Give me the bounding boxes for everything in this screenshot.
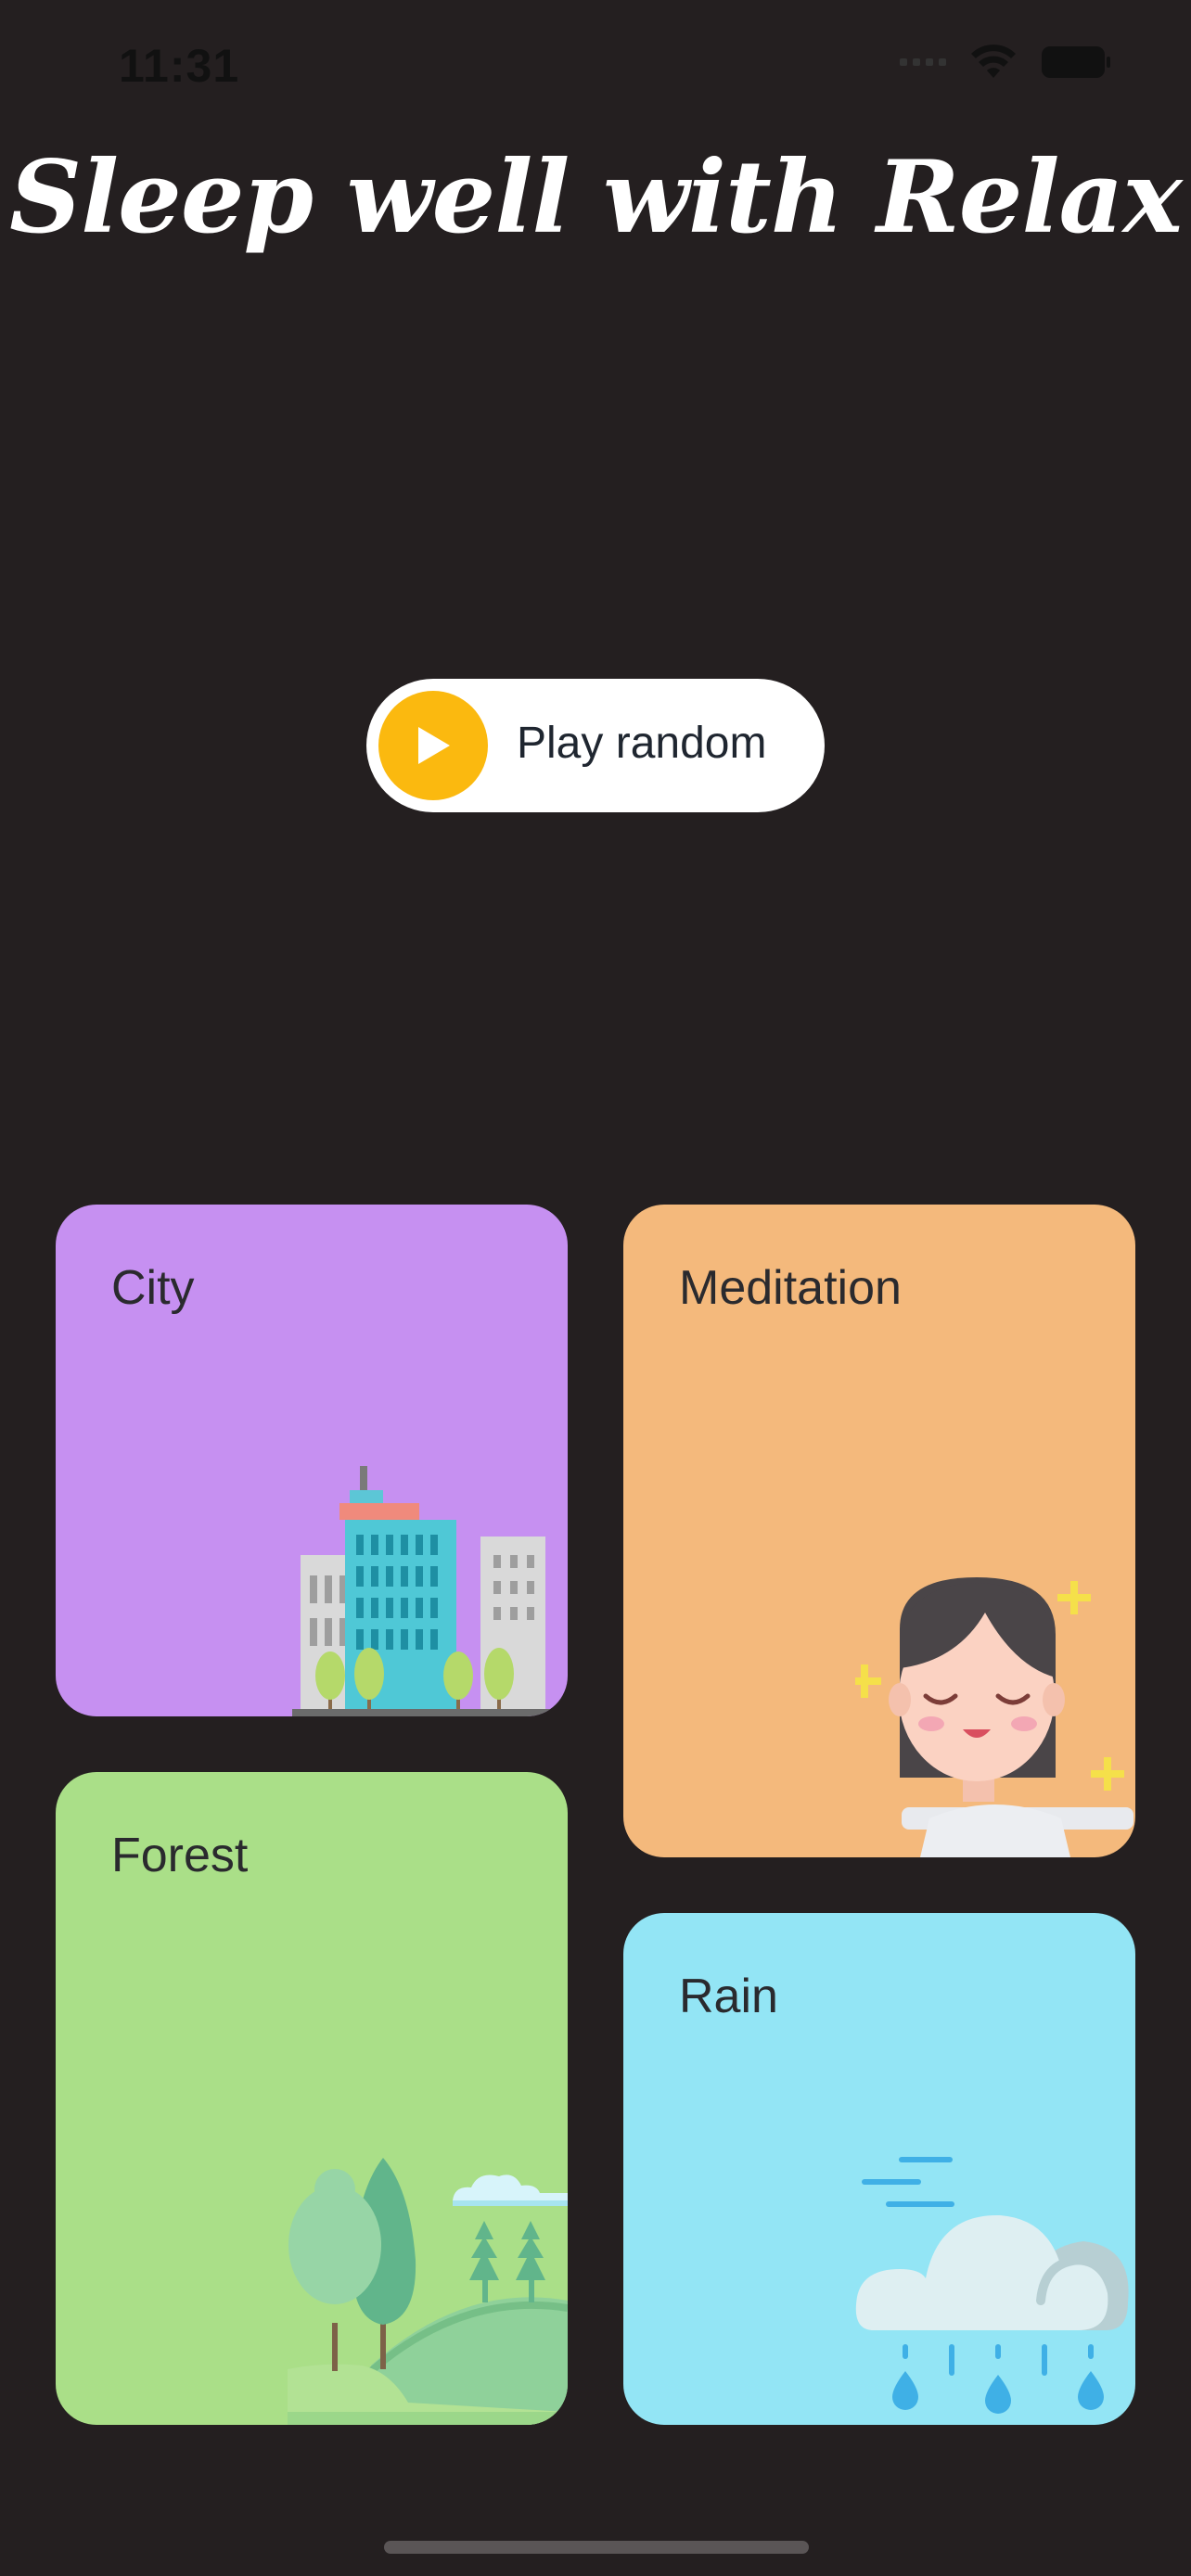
rain-illustration bbox=[855, 2157, 1129, 2414]
play-random-label: Play random bbox=[517, 719, 767, 768]
home-indicator[interactable] bbox=[384, 2541, 809, 2554]
play-icon-circle bbox=[378, 691, 488, 800]
play-random-button[interactable]: Play random bbox=[366, 679, 825, 812]
page-title: Sleep well with Relax bbox=[9, 139, 1183, 256]
category-label: Rain bbox=[679, 1970, 778, 2023]
wifi-icon bbox=[971, 45, 1016, 78]
signal-icon bbox=[900, 58, 946, 66]
city-illustration bbox=[292, 1466, 561, 1716]
forest-illustration bbox=[288, 2158, 568, 2425]
category-label: City bbox=[111, 1261, 195, 1315]
category-card-city[interactable]: City bbox=[56, 1205, 568, 1716]
status-icons bbox=[900, 45, 1111, 80]
category-label: Forest bbox=[111, 1829, 249, 1882]
category-card-forest[interactable]: Forest bbox=[56, 1772, 568, 2425]
category-card-meditation[interactable]: Meditation bbox=[623, 1205, 1135, 1857]
category-label: Meditation bbox=[679, 1261, 902, 1315]
status-bar: 11:31 bbox=[0, 0, 1191, 130]
play-icon bbox=[418, 727, 450, 764]
category-card-rain[interactable]: Rain bbox=[623, 1913, 1135, 2425]
meditation-illustration bbox=[855, 1577, 1133, 1857]
status-time: 11:31 bbox=[119, 40, 240, 92]
battery-icon bbox=[1042, 46, 1110, 78]
